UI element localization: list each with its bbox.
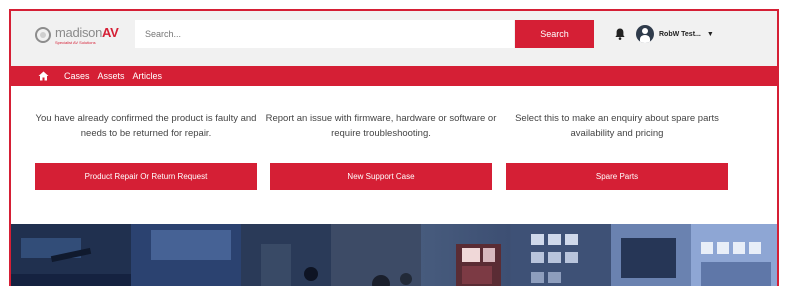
repair-description: You have already confirmed the product i…: [35, 113, 257, 139]
madison-av-logo[interactable]: madisonAV Specialist AV Solutions: [35, 25, 125, 51]
nav-item-articles[interactable]: Articles: [133, 71, 163, 81]
user-name: RobW Test...: [659, 30, 701, 38]
avatar: [636, 25, 654, 43]
main-nav: Cases Assets Articles: [11, 66, 777, 86]
product-repair-button[interactable]: Product Repair Or Return Request: [35, 163, 257, 190]
nav-item-cases[interactable]: Cases: [64, 71, 90, 81]
home-icon[interactable]: [38, 71, 49, 81]
equipment-photo: [11, 224, 777, 286]
page-frame: madisonAV Specialist AV Solutions Search…: [9, 9, 779, 286]
site-header: madisonAV Specialist AV Solutions Search…: [11, 11, 777, 66]
logo-mark-icon: [35, 27, 51, 43]
chevron-down-icon: ▼: [706, 30, 714, 38]
search-button[interactable]: Search: [515, 20, 594, 48]
hero-banner-image: [11, 224, 777, 286]
new-support-case-button[interactable]: New Support Case: [270, 163, 492, 190]
action-tiles: You have already confirmed the product i…: [11, 86, 777, 224]
user-menu[interactable]: RobW Test... ▼: [636, 24, 714, 44]
logo-tagline: Specialist AV Solutions: [55, 40, 96, 45]
logo-text: madisonAV: [55, 25, 119, 40]
nav-item-assets[interactable]: Assets: [98, 71, 125, 81]
support-description: Report an issue with firmware, hardware …: [265, 113, 497, 139]
spare-parts-button[interactable]: Spare Parts: [506, 163, 728, 190]
bell-icon[interactable]: [613, 27, 627, 41]
spare-parts-description: Select this to make an enquiry about spa…: [515, 113, 719, 139]
search-input[interactable]: [135, 20, 514, 48]
